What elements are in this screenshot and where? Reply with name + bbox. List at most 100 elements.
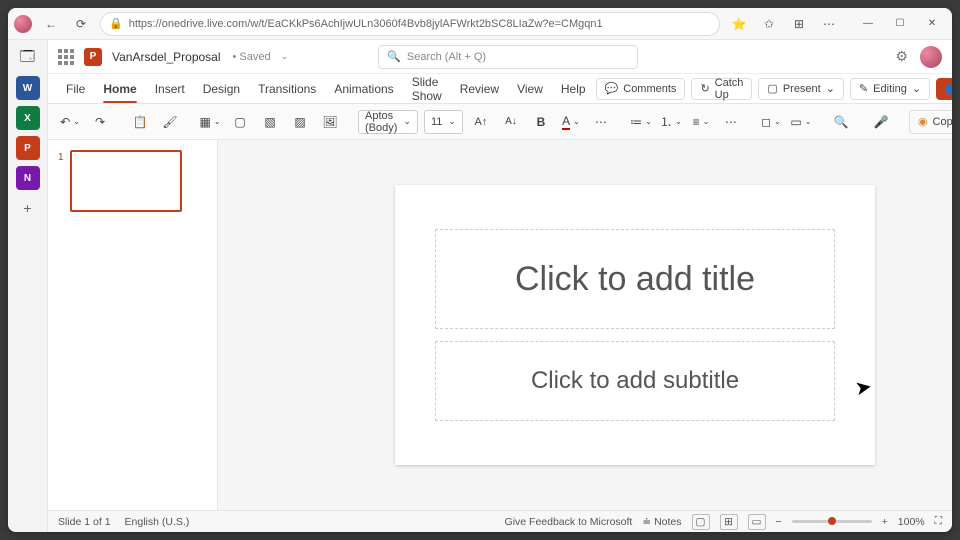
title-placeholder[interactable]: Click to add title — [435, 229, 835, 329]
rail-powerpoint-icon[interactable]: P — [16, 136, 40, 160]
pencil-icon: ✎ — [859, 82, 868, 95]
app-launcher-icon[interactable] — [58, 49, 74, 65]
new-slide-button[interactable]: ▦⌄ — [198, 110, 222, 134]
back-button[interactable]: ← — [40, 13, 62, 35]
sorter-view-button[interactable]: ⊞ — [720, 514, 738, 530]
status-bar: Slide 1 of 1 English (U.S.) Give Feedbac… — [48, 510, 952, 532]
find-button[interactable]: 🔍 — [829, 110, 853, 134]
slide-thumbnail[interactable] — [70, 150, 182, 212]
tab-transitions[interactable]: Transitions — [250, 78, 324, 100]
chevron-down-icon: ⌄ — [403, 116, 411, 127]
align-button[interactable]: ≡⌄ — [689, 110, 713, 134]
arrange-button[interactable]: ▭⌄ — [789, 110, 813, 134]
paragraph-more-button[interactable]: ⋯ — [719, 110, 743, 134]
comments-button[interactable]: 💬Comments — [596, 78, 686, 100]
normal-view-button[interactable]: ▢ — [692, 514, 710, 530]
catchup-icon: ↻ — [700, 82, 709, 95]
redo-button[interactable]: ↷ — [88, 110, 112, 134]
ribbon-home: ↶⌄ ↷ 📋 🖌 ▦⌄ ▢ ▧ ▨ 🖼 Aptos (Body)⌄ 11⌄ A↑… — [48, 104, 952, 140]
rail-add-icon[interactable]: + — [16, 196, 40, 220]
font-size-select[interactable]: 11⌄ — [424, 110, 463, 134]
subtitle-placeholder[interactable]: Click to add subtitle — [435, 341, 835, 421]
zoom-out-button[interactable]: − — [776, 516, 782, 528]
dictate-button[interactable]: 🎤 — [869, 110, 893, 134]
collections-icon[interactable]: ⊞ — [788, 13, 810, 35]
workspace: 1 Click to add title Click to add subtit… — [48, 140, 952, 510]
paste-button[interactable]: 📋 — [128, 110, 152, 134]
catchup-button[interactable]: ↻Catch Up — [691, 78, 752, 100]
undo-button[interactable]: ↶⌄ — [58, 110, 82, 134]
search-icon: 🔍 — [387, 50, 401, 63]
refresh-button[interactable]: ⟳ — [70, 13, 92, 35]
rail-onenote-icon[interactable]: N — [16, 166, 40, 190]
zoom-slider[interactable] — [792, 520, 872, 523]
maximize-button[interactable]: ☐ — [886, 13, 914, 35]
url-text: https://onedrive.live.com/w/t/EaCKkPs6Ac… — [129, 18, 603, 30]
tab-review[interactable]: Review — [452, 78, 507, 100]
tab-insert[interactable]: Insert — [147, 78, 193, 100]
user-avatar[interactable] — [920, 46, 942, 68]
editing-mode-button[interactable]: ✎Editing⌄ — [850, 78, 930, 100]
numbering-button[interactable]: ⒈⌄ — [659, 110, 683, 134]
chevron-down-icon: ⌄ — [912, 82, 921, 95]
reset-button[interactable]: ▧ — [258, 110, 282, 134]
font-more-button[interactable]: ⋯ — [589, 110, 613, 134]
notes-button[interactable]: ≐ Notes — [642, 516, 681, 528]
rail-word-icon[interactable]: W — [16, 76, 40, 100]
font-family-select[interactable]: Aptos (Body)⌄ — [358, 110, 418, 134]
rail-home-icon[interactable]: 🗔 — [16, 46, 40, 70]
tab-slideshow[interactable]: Slide Show — [404, 71, 450, 107]
document-name[interactable]: VanArsdel_Proposal — [112, 50, 221, 64]
doc-menu-chevron-icon[interactable]: ⌄ — [281, 51, 289, 62]
zoom-level[interactable]: 100% — [898, 516, 925, 528]
font-color-button[interactable]: A⌄ — [559, 110, 583, 134]
present-icon: ▢ — [767, 82, 777, 95]
layout-button[interactable]: ▢ — [228, 110, 252, 134]
tab-home[interactable]: Home — [95, 78, 144, 100]
tab-animations[interactable]: Animations — [326, 78, 401, 100]
search-placeholder: Search (Alt + Q) — [407, 51, 486, 63]
save-status: • Saved — [233, 51, 271, 63]
chevron-down-icon: ⌄ — [826, 82, 835, 95]
shapes-button[interactable]: ◻⌄ — [759, 110, 783, 134]
section-button[interactable]: ▨ — [288, 110, 312, 134]
tab-file[interactable]: File — [58, 78, 93, 100]
tab-view[interactable]: View — [509, 78, 551, 100]
slide-design-button[interactable]: 🖼 — [318, 110, 342, 134]
browser-menu-icon[interactable]: ⋯ — [818, 13, 840, 35]
read-aloud-icon[interactable]: ⭐ — [728, 13, 750, 35]
rail-excel-icon[interactable]: X — [16, 106, 40, 130]
reading-view-button[interactable]: ▭ — [748, 514, 766, 530]
copilot-button[interactable]: ◉Copilot — [909, 110, 952, 134]
favorite-icon[interactable]: ✩ — [758, 13, 780, 35]
decrease-font-button[interactable]: A↓ — [499, 110, 523, 134]
tab-design[interactable]: Design — [195, 78, 248, 100]
zoom-in-button[interactable]: + — [882, 516, 888, 528]
search-input[interactable]: 🔍 Search (Alt + Q) — [378, 45, 638, 69]
profile-avatar[interactable] — [14, 15, 32, 33]
slide-counter[interactable]: Slide 1 of 1 — [58, 516, 111, 528]
thumbnail-pane[interactable]: 1 — [48, 140, 218, 510]
minimize-button[interactable]: — — [854, 13, 882, 35]
lock-icon: 🔒 — [109, 17, 123, 30]
share-icon: 👥 — [945, 82, 952, 95]
present-button[interactable]: ▢Present⌄ — [758, 78, 844, 100]
format-painter-button[interactable]: 🖌 — [158, 110, 182, 134]
browser-chrome: ← ⟳ 🔒 https://onedrive.live.com/w/t/EaCK… — [8, 8, 952, 40]
address-bar[interactable]: 🔒 https://onedrive.live.com/w/t/EaCKkPs6… — [100, 12, 720, 36]
app-rail: 🗔 W X P N + — [8, 40, 48, 532]
share-button[interactable]: 👥Share⌄ — [936, 78, 952, 100]
bullets-button[interactable]: ≔⌄ — [629, 110, 653, 134]
comment-icon: 💬 — [605, 82, 619, 95]
bold-button[interactable]: B — [529, 110, 553, 134]
chevron-down-icon: ⌄ — [448, 116, 456, 127]
slide-canvas-area[interactable]: Click to add title Click to add subtitle… — [218, 140, 952, 510]
tab-help[interactable]: Help — [553, 78, 594, 100]
close-button[interactable]: ✕ — [918, 13, 946, 35]
fit-to-window-button[interactable]: ⛶ — [935, 515, 942, 528]
title-bar: P VanArsdel_Proposal • Saved ⌄ 🔍 Search … — [48, 40, 952, 74]
settings-icon[interactable]: ⚙ — [895, 48, 908, 65]
increase-font-button[interactable]: A↑ — [469, 110, 493, 134]
feedback-link[interactable]: Give Feedback to Microsoft — [505, 516, 633, 528]
language-status[interactable]: English (U.S.) — [125, 516, 190, 528]
